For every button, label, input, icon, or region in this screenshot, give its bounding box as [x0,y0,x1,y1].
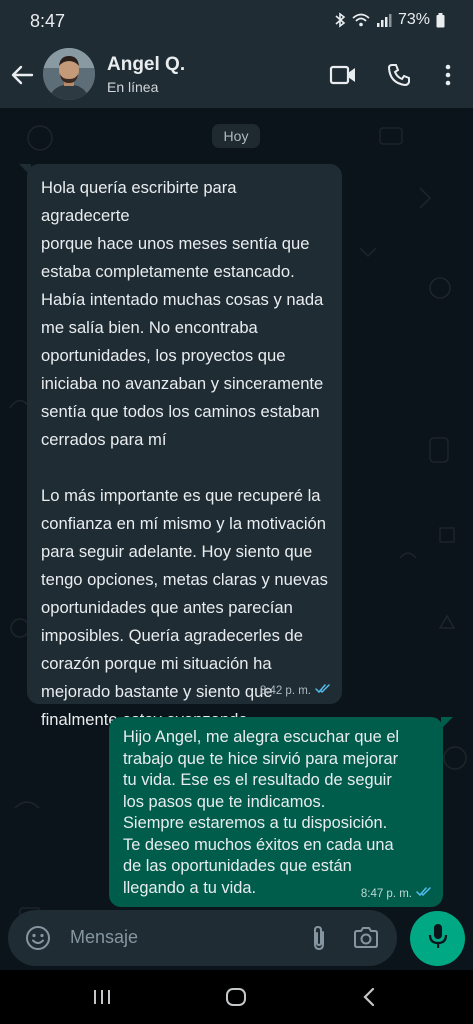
contact-name[interactable]: Angel Q. [107,54,185,76]
message-input-pill[interactable]: Mensaje [8,910,397,966]
chat-header: Angel Q. En línea [0,42,473,108]
recent-apps-icon[interactable] [89,984,115,1010]
message-paragraph: Hola quería escribirte para agradecerte … [41,178,324,449]
more-vert-icon[interactable] [433,60,463,90]
status-icons: 73% [334,11,445,29]
outgoing-message-bubble[interactable]: Hijo Angel, me alegra escuchar que el tr… [109,717,443,907]
message-input[interactable]: Mensaje [70,927,138,948]
message-time: 8:47 p. m. [360,887,412,900]
attach-icon[interactable] [306,924,332,952]
back-arrow-icon[interactable] [8,60,38,90]
status-bar: 8:47 73% [0,0,473,42]
message-time: 8:42 p. m. [259,684,311,697]
composer: Mensaje [0,908,473,970]
battery-icon [436,12,445,28]
signal-icon [376,13,392,27]
message-meta: 8:47 p. m. [361,886,433,901]
phone-icon[interactable] [384,60,414,90]
camera-icon[interactable] [352,924,380,952]
avatar[interactable] [43,48,95,100]
home-icon[interactable] [223,984,249,1010]
emoji-icon[interactable] [25,925,51,951]
mic-icon [427,922,449,955]
incoming-message-bubble[interactable]: Hola quería escribirte para agradecerte … [27,164,342,729]
mic-button[interactable] [410,911,465,966]
message-paragraph: Hijo Angel, me alegra escuchar que el tr… [123,728,400,897]
read-ticks-icon [315,683,332,698]
read-ticks-icon [416,886,433,901]
battery-percent: 73% [397,11,430,28]
wifi-icon [352,13,370,27]
contact-status: En línea [107,79,159,95]
chat-area[interactable]: Hoy Hola quería escribirte para agradece… [0,108,473,970]
status-time: 8:47 [30,11,66,31]
back-nav-icon[interactable] [356,984,382,1010]
video-call-icon[interactable] [328,60,358,90]
day-chip: Hoy [212,124,260,148]
message-meta: 8:42 p. m. [260,683,332,698]
system-nav-bar [0,970,473,1024]
bluetooth-icon [334,12,346,28]
